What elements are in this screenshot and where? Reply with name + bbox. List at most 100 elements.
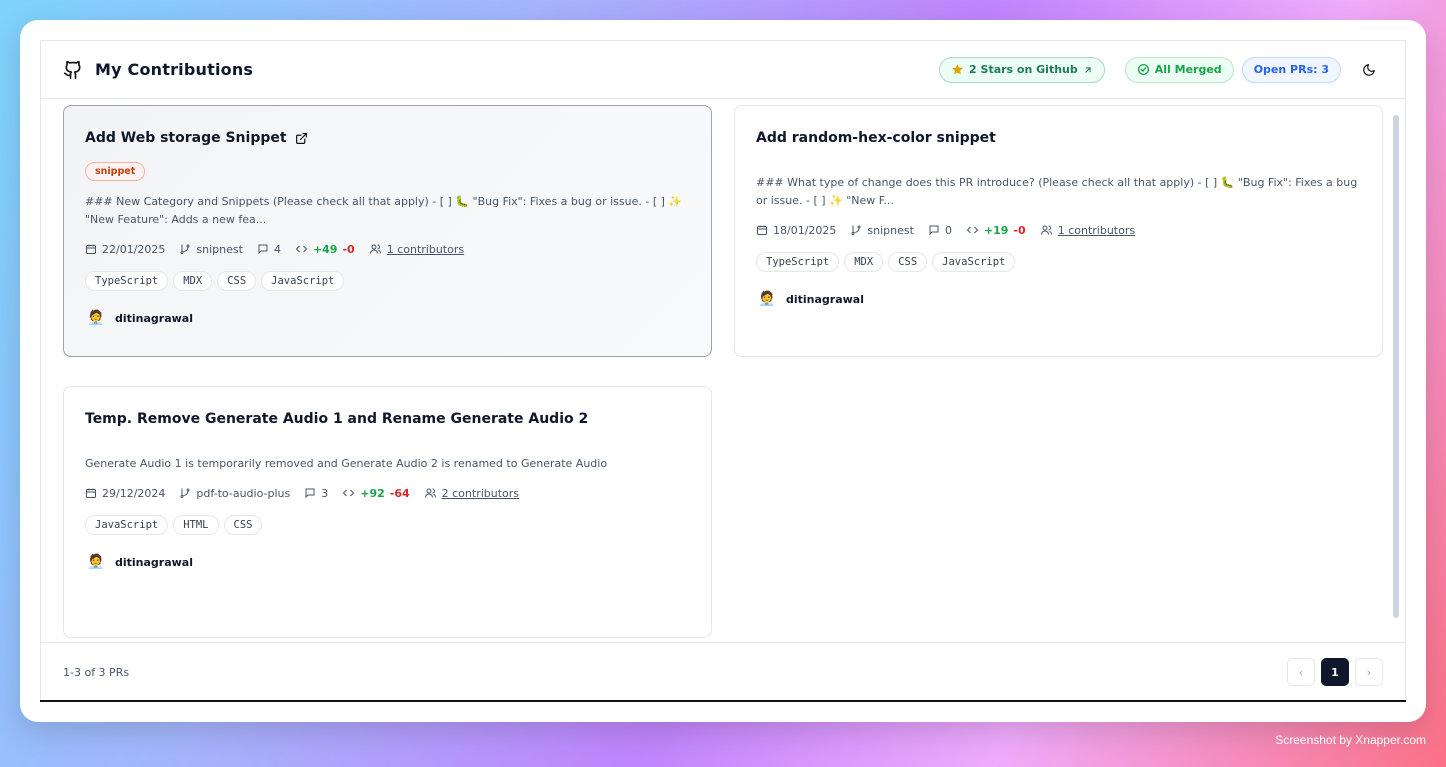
theme-toggle-button[interactable] [1355,56,1383,84]
page-title: My Contributions [95,60,254,79]
pr-list: Add Web storage Snippet snippet ### New … [41,100,1405,642]
contributors-link[interactable]: 1 contributors [387,243,464,256]
pagination-footer: 1-3 of 3 PRs ‹ 1 › [41,642,1405,701]
pr-description: ### New Category and Snippets (Please ch… [85,195,683,226]
deletions-count: -0 [342,242,355,256]
pr-card[interactable]: Add Web storage Snippet snippet ### New … [63,105,712,357]
screenshot-credit: Screenshot by Xnapper.com [1275,733,1426,747]
contributors-link[interactable]: 1 contributors [1058,224,1135,237]
language-tag: CSS [217,271,257,291]
language-tags: TypeScript MDX CSS JavaScript [756,252,1361,272]
git-branch-icon [179,487,191,499]
pr-diff: +19 -0 [966,224,1026,237]
merged-label: All Merged [1154,63,1222,76]
pr-contributors[interactable]: 2 contributors [424,487,519,500]
moon-icon [1362,63,1376,77]
deletions-count: -64 [389,486,410,500]
pr-diff: +92 -64 [342,486,410,500]
pr-title: Add Web storage Snippet [85,130,287,146]
comment-icon [928,224,940,236]
language-tag: MDX [844,252,884,272]
pr-repo-text: snipnest [867,223,914,237]
pr-card[interactable]: Add random-hex-color snippet ### What ty… [734,105,1383,357]
pr-repo: snipnest [179,243,243,256]
pr-comments: 4 [257,243,281,256]
code-icon [966,224,979,236]
pr-description: Generate Audio 1 is temporarily removed … [85,457,608,470]
stars-label: 2 Stars on Github [969,63,1078,76]
avatar: 🧑‍💼 [87,554,105,570]
language-tag: JavaScript [932,252,1016,272]
git-branch-icon [850,224,862,236]
language-tags: JavaScript HTML CSS [85,515,690,535]
pr-author: 🧑‍💼 ditinagrawal [85,551,690,573]
external-arrow-icon [1083,65,1093,75]
pr-contributors[interactable]: 1 contributors [369,243,464,256]
pr-title-row: Temp. Remove Generate Audio 1 and Rename… [85,409,690,429]
pr-date-text: 22/01/2025 [102,242,166,256]
author-name: ditinagrawal [115,555,194,569]
author-name: ditinagrawal [115,311,194,325]
deletions-count: -0 [1013,223,1026,237]
pr-comments-count: 4 [273,242,281,256]
pr-meta: 29/12/2024 pdf-to-audio-plus 3 +92 -64 2… [85,485,690,501]
language-tag: CSS [223,515,263,535]
prev-page-button[interactable]: ‹ [1287,658,1315,686]
results-summary: 1-3 of 3 PRs [63,665,130,679]
app-window: My Contributions 2 Stars on Github All M [40,40,1406,702]
code-icon [295,243,308,255]
additions-count: +49 [312,242,338,256]
pr-comments: 3 [304,487,328,500]
open-prs-badge: Open PRs: 3 [1241,56,1341,83]
open-prs-label: Open PRs: 3 [1253,63,1329,76]
star-icon [951,63,964,76]
pr-comments: 0 [928,224,952,237]
pr-author: 🧑‍💼 ditinagrawal [756,288,1361,310]
additions-count: +92 [360,486,385,500]
pr-repo-text: pdf-to-audio-plus [196,486,291,500]
check-circle-icon [1137,63,1150,76]
pr-repo: snipnest [850,224,914,237]
users-icon [1040,224,1053,236]
pr-title-row: Add random-hex-color snippet [756,128,1361,148]
pr-comments-count: 3 [321,486,329,500]
pr-title-row: Add Web storage Snippet [85,128,690,148]
contributors-link[interactable]: 2 contributors [442,487,519,500]
pr-card[interactable]: Temp. Remove Generate Audio 1 and Rename… [63,386,712,638]
language-tag: TypeScript [756,252,840,272]
users-icon [369,243,382,255]
github-stars-link[interactable]: 2 Stars on Github [939,56,1105,83]
window-bottom-edge [40,700,1406,702]
external-link-icon[interactable] [295,132,308,145]
calendar-icon [85,243,97,255]
page-1-button[interactable]: 1 [1321,658,1349,686]
merged-status-badge: All Merged [1124,56,1234,83]
pagination: ‹ 1 › [1287,658,1383,686]
language-tag: HTML [173,515,219,535]
comment-icon [257,243,269,255]
language-tag: JavaScript [85,515,169,535]
pr-comments-count: 0 [944,223,952,237]
git-branch-icon [179,243,191,255]
pr-diff: +49 -0 [295,243,355,256]
next-page-button[interactable]: › [1355,658,1383,686]
pr-date-text: 29/12/2024 [102,486,166,500]
code-icon [342,487,355,499]
pr-contributors[interactable]: 1 contributors [1040,224,1135,237]
pr-title: Temp. Remove Generate Audio 1 and Rename… [85,411,589,427]
pr-description: ### What type of change does this PR int… [756,176,1358,207]
pr-title: Add random-hex-color snippet [756,130,996,146]
pr-author: 🧑‍💼 ditinagrawal [85,307,690,329]
github-icon [63,60,83,80]
language-tag: JavaScript [261,271,345,291]
author-name: ditinagrawal [786,292,865,306]
language-tag: CSS [888,252,928,272]
language-tags: TypeScript MDX CSS JavaScript [85,271,690,291]
comment-icon [304,487,316,499]
calendar-icon [756,224,768,236]
scrollbar[interactable] [1393,115,1399,618]
calendar-icon [85,487,97,499]
screenshot-frame: My Contributions 2 Stars on Github All M [20,20,1426,722]
pr-date: 18/01/2025 [756,224,836,237]
category-badge: snippet [85,162,146,181]
